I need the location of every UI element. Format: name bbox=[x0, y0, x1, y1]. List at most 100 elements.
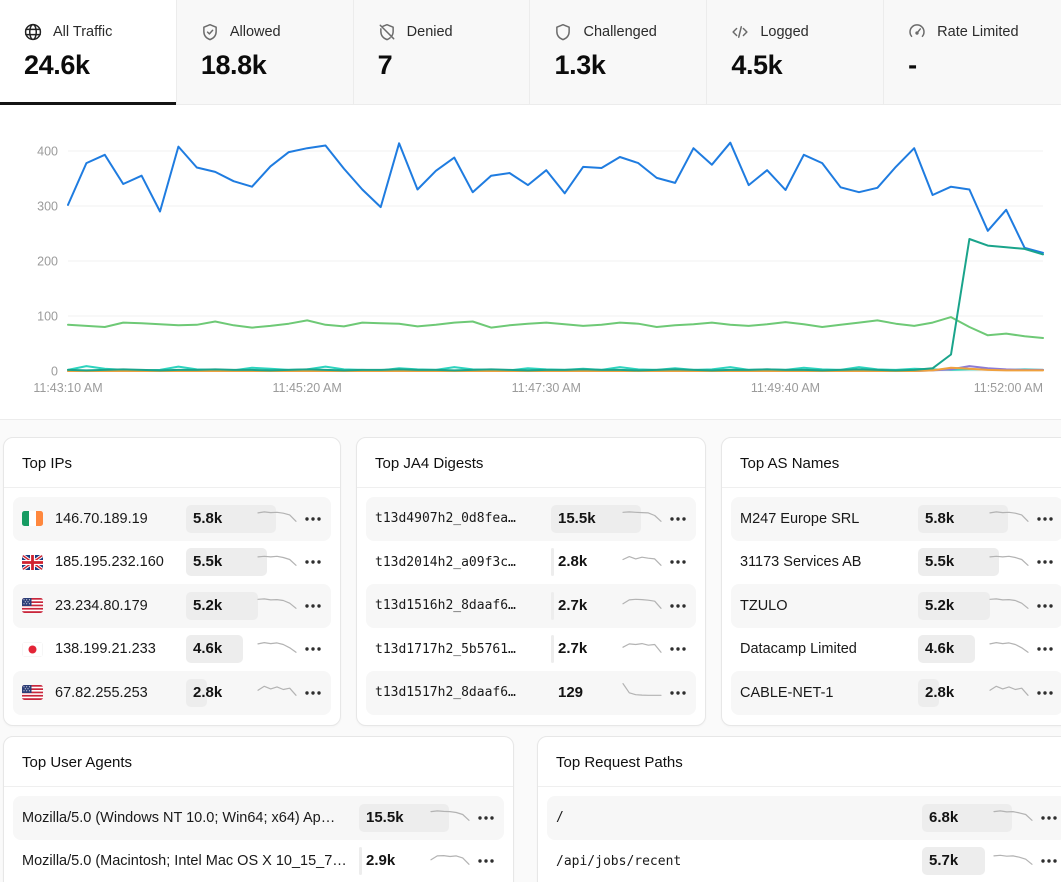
sparkline bbox=[989, 508, 1033, 529]
list-item-label: t13d4907h2_0d8fea… bbox=[375, 511, 558, 526]
list-item-top-as-names-4[interactable]: Datacamp Limited 4.6k bbox=[731, 628, 1061, 672]
list-item-label: t13d1717h2_5b5761… bbox=[375, 642, 558, 657]
more-options-icon[interactable] bbox=[301, 559, 325, 565]
list-item-value-cell: 2.8k bbox=[558, 553, 622, 571]
list-item-top-ja4-digests-4[interactable]: t13d1717h2_5b5761… 2.7k bbox=[366, 628, 696, 672]
list-item-value: 2.7k bbox=[558, 597, 587, 614]
flag-gb-icon bbox=[22, 555, 43, 570]
list-item-label: 23.234.80.179 bbox=[55, 598, 193, 614]
list-item-value: 2.8k bbox=[925, 684, 954, 701]
list-item-value: 15.5k bbox=[366, 809, 404, 826]
list-item-top-request-paths-2[interactable]: /api/jobs/recent 5.7k bbox=[547, 840, 1061, 882]
list-item-label: 185.195.232.160 bbox=[55, 554, 193, 570]
more-options-icon[interactable] bbox=[1033, 516, 1057, 522]
list-item-value-cell: 5.5k bbox=[193, 553, 257, 571]
list-item-label: t13d1516h2_8daaf6… bbox=[375, 598, 558, 613]
panel-header: Top JA4 Digests bbox=[357, 438, 705, 488]
more-options-icon[interactable] bbox=[666, 646, 690, 652]
more-options-icon[interactable] bbox=[1033, 646, 1057, 652]
list-item-top-as-names-3[interactable]: TZULO 5.2k bbox=[731, 584, 1061, 628]
more-options-icon[interactable] bbox=[666, 690, 690, 696]
more-options-icon[interactable] bbox=[301, 690, 325, 696]
list-item-label: t13d1517h2_8daaf6… bbox=[375, 685, 558, 700]
tab-denied[interactable]: Denied 7 bbox=[354, 0, 531, 105]
list-item-top-as-names-5[interactable]: CABLE-NET-1 2.8k bbox=[731, 671, 1061, 715]
more-options-icon[interactable] bbox=[666, 516, 690, 522]
sparkline bbox=[989, 639, 1033, 660]
more-options-icon[interactable] bbox=[666, 603, 690, 609]
more-options-icon[interactable] bbox=[1033, 690, 1057, 696]
tab-logged[interactable]: Logged 4.5k bbox=[707, 0, 884, 105]
more-options-icon[interactable] bbox=[1037, 858, 1061, 864]
list-item-value-cell: 15.5k bbox=[366, 809, 430, 827]
value-bar bbox=[551, 548, 554, 576]
sparkline bbox=[257, 595, 301, 616]
panel-header: Top User Agents bbox=[4, 737, 513, 787]
list-item-top-ja4-digests-5[interactable]: t13d1517h2_8daaf6… 129 bbox=[366, 671, 696, 715]
tab-rate-limited[interactable]: Rate Limited - bbox=[884, 0, 1061, 105]
list-item-value: 5.5k bbox=[193, 553, 222, 570]
tab-label: Allowed bbox=[230, 24, 281, 40]
list-item-value-cell: 2.8k bbox=[925, 684, 989, 702]
sparkline bbox=[989, 595, 1033, 616]
more-options-icon[interactable] bbox=[1033, 603, 1057, 609]
tab-allowed[interactable]: Allowed 18.8k bbox=[177, 0, 354, 105]
list-item-value-cell: 15.5k bbox=[558, 510, 622, 528]
more-options-icon[interactable] bbox=[474, 858, 498, 864]
list-item-top-ja4-digests-2[interactable]: t13d2014h2_a09f3c… 2.8k bbox=[366, 541, 696, 585]
more-options-icon[interactable] bbox=[666, 559, 690, 565]
list-item-top-user-agents-2[interactable]: Mozilla/5.0 (Macintosh; Intel Mac OS X 1… bbox=[13, 840, 504, 882]
panel-title: Top AS Names bbox=[740, 455, 1054, 472]
traffic-dashboard: All Traffic 24.6k Allowed 18.8k Denied 7… bbox=[0, 0, 1061, 882]
panel-title: Top JA4 Digests bbox=[375, 455, 687, 472]
list-item-top-ips-4[interactable]: 138.199.21.233 4.6k bbox=[13, 628, 331, 672]
list-item-top-user-agents-1[interactable]: Mozilla/5.0 (Windows NT 10.0; Win64; x64… bbox=[13, 796, 504, 840]
list-item-value: 5.2k bbox=[193, 597, 222, 614]
tab-label: All Traffic bbox=[53, 24, 112, 40]
list-item-top-ja4-digests-1[interactable]: t13d4907h2_0d8fea… 15.5k bbox=[366, 497, 696, 541]
panel-body: t13d4907h2_0d8fea… 15.5k t13d2014h2_a09f… bbox=[357, 488, 705, 724]
sparkline bbox=[430, 851, 474, 872]
value-bar bbox=[359, 847, 362, 875]
tab-all-traffic[interactable]: All Traffic 24.6k bbox=[0, 0, 177, 105]
tab-label: Logged bbox=[760, 24, 808, 40]
list-item-label: 31173 Services AB bbox=[740, 554, 925, 570]
list-item-value-cell: 5.2k bbox=[925, 597, 989, 615]
list-item-top-ips-3[interactable]: 23.234.80.179 5.2k bbox=[13, 584, 331, 628]
flag-jp-icon bbox=[22, 642, 43, 657]
list-item-top-ips-2[interactable]: 185.195.232.160 5.5k bbox=[13, 541, 331, 585]
list-item-value: 4.6k bbox=[193, 640, 222, 657]
list-item-top-ips-1[interactable]: 146.70.189.19 5.8k bbox=[13, 497, 331, 541]
more-options-icon[interactable] bbox=[1037, 815, 1061, 821]
list-item-label: Datacamp Limited bbox=[740, 641, 925, 657]
more-options-icon[interactable] bbox=[301, 603, 325, 609]
list-item-top-request-paths-1[interactable]: / 6.8k bbox=[547, 796, 1061, 840]
list-item-top-as-names-1[interactable]: M247 Europe SRL 5.8k bbox=[731, 497, 1061, 541]
x-axis-tick-label: 11:52:00 AM bbox=[974, 381, 1043, 395]
list-item-top-as-names-2[interactable]: 31173 Services AB 5.5k bbox=[731, 541, 1061, 585]
traffic-timeseries-chart[interactable]: 010020030040011:43:10 AM11:45:20 AM11:47… bbox=[0, 105, 1061, 405]
tab-challenged[interactable]: Challenged 1.3k bbox=[530, 0, 707, 105]
y-axis-tick-label: 300 bbox=[37, 200, 58, 214]
panel-body: / 6.8k /api/jobs/recent 5.7k bbox=[538, 787, 1061, 882]
list-item-label: 138.199.21.233 bbox=[55, 641, 193, 657]
more-options-icon[interactable] bbox=[301, 516, 325, 522]
sparkline bbox=[622, 552, 666, 573]
panel-header: Top IPs bbox=[4, 438, 340, 488]
panel-top-as-names: Top AS Names M247 Europe SRL 5.8k 31173 … bbox=[721, 437, 1061, 726]
traffic-summary-tabs: All Traffic 24.6k Allowed 18.8k Denied 7… bbox=[0, 0, 1061, 105]
more-options-icon[interactable] bbox=[1033, 559, 1057, 565]
list-item-top-ips-5[interactable]: 67.82.255.253 2.8k bbox=[13, 671, 331, 715]
list-item-top-ja4-digests-3[interactable]: t13d1516h2_8daaf6… 2.7k bbox=[366, 584, 696, 628]
y-axis-tick-label: 200 bbox=[37, 255, 58, 269]
series-line-green bbox=[68, 317, 1043, 338]
more-options-icon[interactable] bbox=[474, 815, 498, 821]
value-bar bbox=[551, 635, 554, 663]
tab-value: 24.6k bbox=[24, 50, 176, 81]
panel-title: Top User Agents bbox=[22, 754, 495, 771]
sparkline bbox=[257, 552, 301, 573]
panel-body: Mozilla/5.0 (Windows NT 10.0; Win64; x64… bbox=[4, 787, 513, 882]
panel-title: Top IPs bbox=[22, 455, 322, 472]
flag-us-icon bbox=[22, 685, 43, 700]
more-options-icon[interactable] bbox=[301, 646, 325, 652]
